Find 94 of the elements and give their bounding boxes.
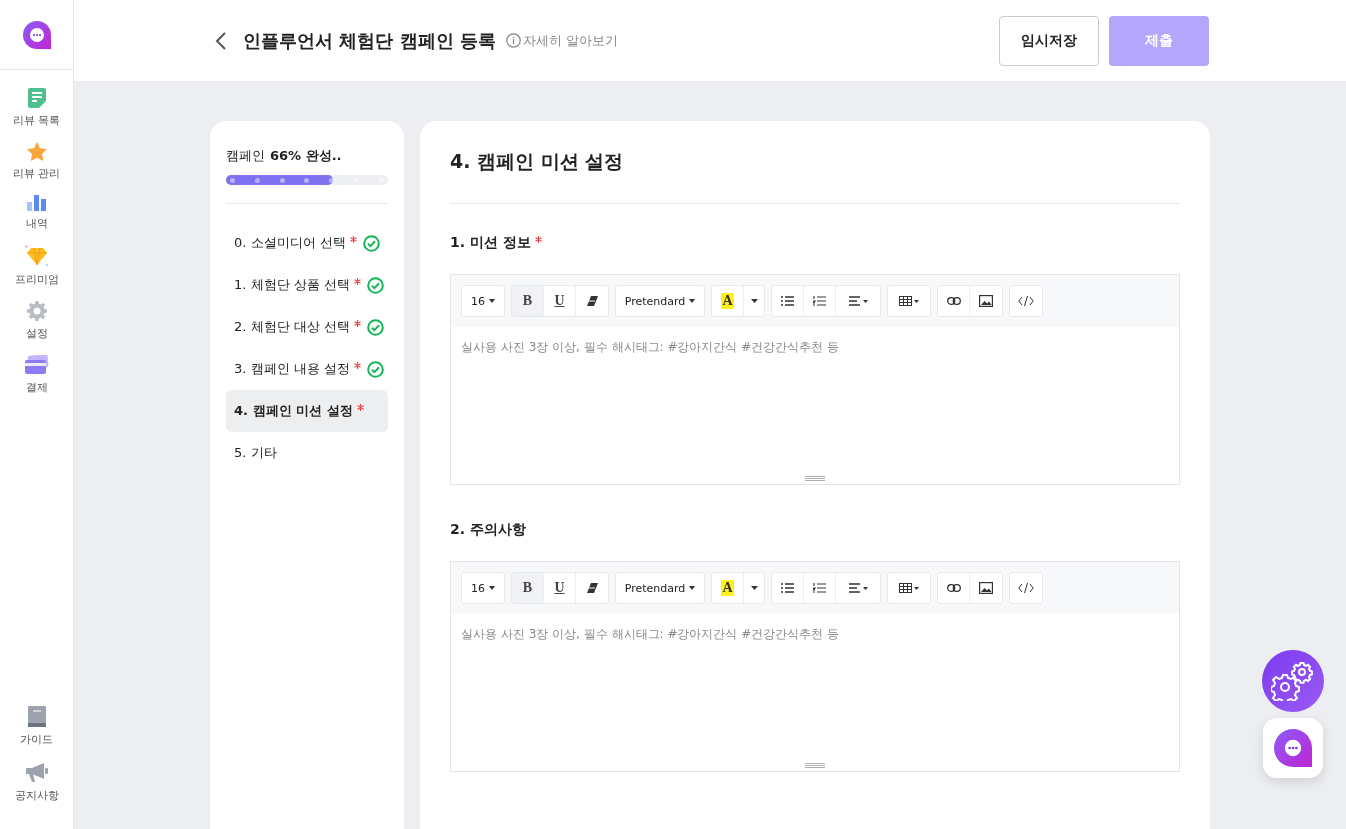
caret-icon: [750, 299, 758, 303]
caret-icon: [689, 586, 696, 590]
step-label: 4. 캠페인 미션 설정: [234, 402, 353, 420]
page-title: 인플루언서 체험단 캠페인 등록: [243, 28, 496, 53]
numbered-list-icon: [813, 582, 826, 594]
sidebar-item[interactable]: 공지사항: [0, 763, 73, 803]
bold-button[interactable]: B: [512, 573, 544, 603]
numbered-list-icon: [813, 295, 826, 307]
code-icon: [1018, 583, 1034, 593]
text-color-button[interactable]: A: [712, 573, 744, 603]
eraser-icon: [586, 296, 598, 306]
document-icon: [27, 88, 46, 108]
gears-icon: [1271, 661, 1315, 701]
field-label: 1. 미션 정보: [450, 234, 531, 252]
bullet-list-icon: [781, 296, 794, 306]
caret-icon: [750, 586, 758, 590]
step-item[interactable]: 4. 캠페인 미션 설정: [226, 390, 388, 432]
eraser-icon: [586, 583, 598, 593]
table-dropdown[interactable]: [887, 285, 931, 317]
font-size-dropdown[interactable]: 16: [461, 572, 505, 604]
sidebar-label: 설정: [25, 326, 48, 341]
step-item[interactable]: 2. 체험단 대상 선택: [226, 306, 388, 348]
font-size-dropdown[interactable]: 16: [461, 285, 505, 317]
book-icon: [27, 706, 46, 727]
section-title: 4. 캠페인 미션 설정: [450, 149, 625, 174]
diamond-icon: [24, 245, 49, 267]
caret-icon: [489, 299, 495, 303]
sidebar-label: 공지사항: [14, 788, 59, 803]
sidebar-label: 결제: [25, 380, 48, 395]
image-icon: [979, 295, 993, 307]
sidebar-label: 가이드: [20, 732, 53, 747]
step-label: 2. 체험단 대상 선택: [234, 318, 350, 336]
help-link[interactable]: 자세히 알아보기: [505, 31, 618, 50]
info-icon: [505, 33, 521, 48]
sidebar-item[interactable]: 프리미엄: [0, 245, 73, 287]
align-icon: [848, 583, 868, 593]
sidebar-item[interactable]: 결제: [0, 355, 73, 395]
rich-text-editor[interactable]: 16 B U Pretendard A 실사용 사진 3장 이상, 필수 해시태그: #강아지간식 #건강간식추천 등: [450, 274, 1180, 485]
step-label: 5. 기타: [234, 444, 277, 462]
code-icon: [1018, 296, 1034, 306]
credit-card-icon: [24, 355, 49, 375]
chat-fab[interactable]: [1263, 718, 1323, 778]
sidebar-item[interactable]: 리뷰 관리: [0, 142, 73, 181]
sidebar-item[interactable]: 설정: [0, 301, 73, 341]
sidebar-item[interactable]: 리뷰 목록: [0, 88, 73, 128]
text-color-button[interactable]: A: [712, 286, 744, 316]
step-item[interactable]: 5. 기타: [226, 432, 388, 474]
save-draft-button[interactable]: 임시저장: [999, 15, 1099, 66]
chat-logo-icon[interactable]: [22, 20, 51, 49]
table-dropdown[interactable]: [887, 572, 931, 604]
image-icon: [979, 582, 993, 594]
gear-icon: [26, 301, 47, 321]
megaphone-icon: [25, 763, 48, 783]
step-item[interactable]: 0. 소셜미디어 선택: [226, 222, 388, 264]
check-circle-icon: [366, 276, 384, 294]
progress-label: 캠페인: [226, 147, 265, 165]
underline-button[interactable]: U: [544, 573, 576, 603]
progress-percent: 66% 완성..: [270, 147, 342, 165]
resize-handle-icon[interactable]: [805, 763, 825, 768]
sidebar-item[interactable]: 가이드: [0, 706, 73, 747]
star-icon: [26, 142, 47, 161]
underline-button[interactable]: U: [544, 286, 576, 316]
field-label: 2. 주의사항: [450, 521, 526, 539]
check-circle-icon: [366, 360, 384, 378]
resize-handle-icon[interactable]: [805, 476, 825, 481]
sidebar-label: 프리미엄: [14, 272, 59, 287]
chat-logo-icon: [1274, 729, 1312, 767]
sidebar-label: 리뷰 목록: [12, 113, 61, 128]
link-icon: [946, 584, 961, 592]
check-circle-icon: [362, 234, 380, 252]
link-icon: [946, 297, 961, 305]
font-dropdown[interactable]: Pretendard: [615, 572, 705, 604]
check-circle-icon: [366, 318, 384, 336]
help-link-label: 자세히 알아보기: [522, 31, 618, 50]
align-icon: [848, 296, 868, 306]
step-label: 3. 캠페인 내용 설정: [234, 360, 350, 378]
step-item[interactable]: 3. 캠페인 내용 설정: [226, 348, 388, 390]
step-label: 0. 소셜미디어 선택: [234, 234, 346, 252]
step-label: 1. 체험단 상품 선택: [234, 276, 350, 294]
bullet-list-icon: [781, 583, 794, 593]
font-dropdown[interactable]: Pretendard: [615, 285, 705, 317]
sidebar-item[interactable]: 내역: [0, 195, 73, 231]
caret-icon: [489, 586, 495, 590]
step-item[interactable]: 1. 체험단 상품 선택: [226, 264, 388, 306]
sidebar-label: 내역: [25, 216, 48, 231]
sidebar-label: 리뷰 관리: [12, 166, 61, 181]
code-view-button[interactable]: [1009, 572, 1043, 604]
table-icon: [899, 296, 919, 306]
rich-text-editor[interactable]: 16 B U Pretendard A 실사용 사진 3장 이상, 필수 해시태그: #강아지간식 #건강간식추천 등: [450, 561, 1180, 772]
table-icon: [899, 583, 919, 593]
caret-icon: [689, 299, 696, 303]
code-view-button[interactable]: [1009, 285, 1043, 317]
bold-button[interactable]: B: [512, 286, 544, 316]
bar-chart-icon: [26, 195, 47, 211]
